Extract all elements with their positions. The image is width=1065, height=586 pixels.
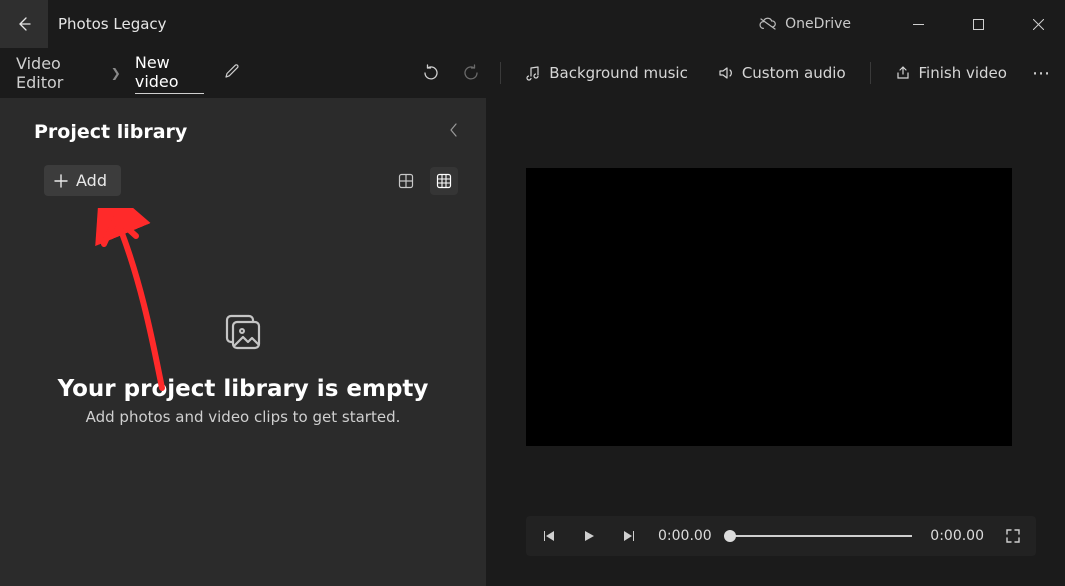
- app-title: Photos Legacy: [48, 0, 759, 48]
- library-empty-state: Your project library is empty Add photos…: [0, 202, 486, 586]
- redo-icon: [462, 64, 480, 82]
- separator: [870, 62, 871, 84]
- maximize-button[interactable]: [955, 8, 1001, 40]
- speaker-icon: [718, 65, 734, 81]
- background-music-label: Background music: [549, 64, 688, 82]
- project-library-title: Project library: [34, 121, 187, 143]
- undo-button[interactable]: [416, 56, 446, 90]
- fullscreen-icon: [1005, 528, 1021, 544]
- separator: [500, 62, 501, 84]
- arrow-left-icon: [16, 16, 32, 32]
- minimize-button[interactable]: [895, 8, 941, 40]
- export-icon: [895, 65, 911, 81]
- breadcrumb: Video Editor ❯ New video: [16, 53, 246, 94]
- custom-audio-label: Custom audio: [742, 64, 846, 82]
- next-frame-button[interactable]: [618, 525, 640, 547]
- redo-button[interactable]: [456, 56, 486, 90]
- collapse-library-button[interactable]: [442, 116, 466, 147]
- rename-button[interactable]: [218, 57, 246, 89]
- grid-small-icon: [436, 173, 452, 189]
- view-small-button[interactable]: [430, 167, 458, 195]
- finish-video-button[interactable]: Finish video: [885, 58, 1017, 88]
- more-icon: ⋯: [1032, 63, 1052, 84]
- more-button[interactable]: ⋯: [1027, 56, 1057, 90]
- back-button[interactable]: [0, 0, 48, 48]
- close-button[interactable]: [1015, 8, 1061, 40]
- onedrive-label: OneDrive: [785, 16, 851, 32]
- preview-pane: 0:00.00 0:00.00: [486, 98, 1065, 586]
- add-label: Add: [76, 171, 107, 190]
- play-button[interactable]: [578, 525, 600, 547]
- prev-frame-button[interactable]: [538, 525, 560, 547]
- photos-stack-icon: [221, 312, 265, 360]
- titlebar: Photos Legacy OneDrive: [0, 0, 1065, 48]
- grid-large-icon: [398, 173, 414, 189]
- step-forward-icon: [622, 529, 636, 543]
- breadcrumb-video-editor[interactable]: Video Editor: [16, 54, 97, 92]
- project-name: New video: [135, 53, 205, 94]
- onedrive-indicator[interactable]: OneDrive: [759, 16, 851, 32]
- project-library-panel: Project library Add: [0, 98, 486, 586]
- video-preview: [526, 168, 1012, 446]
- finish-video-label: Finish video: [919, 64, 1007, 82]
- undo-icon: [422, 64, 440, 82]
- pencil-icon: [224, 63, 240, 79]
- background-music-button[interactable]: Background music: [515, 58, 698, 88]
- toolbar: Video Editor ❯ New video Background musi…: [0, 48, 1065, 98]
- player-total-time: 0:00.00: [930, 528, 984, 544]
- fullscreen-button[interactable]: [1002, 525, 1024, 547]
- chevron-right-icon: ❯: [111, 66, 121, 80]
- step-back-icon: [542, 529, 556, 543]
- view-large-button[interactable]: [392, 167, 420, 195]
- plus-icon: [54, 174, 68, 188]
- music-icon: [525, 65, 541, 81]
- add-button[interactable]: Add: [44, 165, 121, 196]
- cloud-off-icon: [759, 17, 777, 31]
- chevron-left-icon: [448, 123, 460, 137]
- player-current-time: 0:00.00: [658, 528, 712, 544]
- seek-track[interactable]: [730, 535, 913, 537]
- empty-subtitle: Add photos and video clips to get starte…: [86, 408, 401, 426]
- play-icon: [582, 529, 596, 543]
- maximize-icon: [973, 19, 984, 30]
- empty-title: Your project library is empty: [58, 376, 429, 402]
- minimize-icon: [913, 19, 924, 30]
- custom-audio-button[interactable]: Custom audio: [708, 58, 856, 88]
- close-icon: [1033, 19, 1044, 30]
- player-controls: 0:00.00 0:00.00: [526, 516, 1036, 556]
